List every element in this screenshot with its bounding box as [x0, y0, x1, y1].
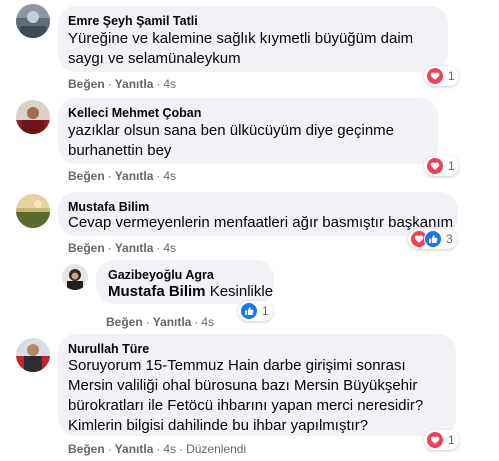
comment-text: yazıklar olsun sana ben ülkücüyüm diye g… [68, 121, 394, 161]
comment-time[interactable]: 4s [163, 77, 176, 91]
comment-author[interactable]: Nurullah Türe [68, 342, 149, 356]
avatar[interactable] [62, 264, 88, 290]
reaction-count: 1 [448, 69, 455, 83]
comment-actions: Beğen · Yanıtla · 4s [106, 315, 214, 329]
like-button[interactable]: Beğen [68, 241, 105, 255]
separator: · [179, 442, 184, 456]
reaction-count: 3 [446, 232, 453, 246]
comment: Nurullah Türe Soruyorum 15-Temmuz Hain d… [0, 334, 499, 461]
avatar[interactable] [16, 4, 50, 38]
comment-text: Soruyorum 15-Temmuz Hain darbe girişimi … [68, 356, 423, 436]
reaction-count: 1 [262, 304, 269, 318]
avatar[interactable] [16, 100, 50, 134]
avatar-photo [16, 338, 50, 372]
reply-button[interactable]: Yanıtla [115, 77, 154, 91]
comment-time[interactable]: 4s [201, 315, 214, 329]
comment-actions: Beğen · Yanıtla · 4s [68, 77, 176, 91]
separator: · [156, 169, 161, 183]
comment-text-line: Kimlerin bilgisi dahilinde bu ihbar yapı… [68, 417, 369, 434]
comment-text-line: Yüreğine ve kalemine sağlık kıymetli büy… [68, 30, 414, 47]
heart-icon [426, 67, 444, 85]
reply-button[interactable]: Yanıtla [115, 442, 154, 456]
reply-comment: Gazibeyoğlu Agra Mustafa Bilim Kesinlikl… [0, 256, 499, 334]
comment-actions: Beğen · Yanıtla · 4s [68, 169, 176, 183]
comment-time[interactable]: 4s [163, 241, 176, 255]
comment-author[interactable]: Emre Şeyh Şamil Tatli [68, 14, 198, 28]
reply-button[interactable]: Yanıtla [153, 315, 192, 329]
reaction-summary[interactable]: 1 [238, 301, 273, 321]
separator: · [107, 241, 112, 255]
comment-text-line: Soruyorum 15-Temmuz Hain darbe girişimi … [68, 357, 406, 374]
heart-icon [426, 157, 444, 175]
separator: · [156, 442, 161, 456]
comment-text-line: bürokratları ile Fetöcü ihbarını yapan m… [68, 397, 424, 414]
separator: · [107, 77, 112, 91]
separator: · [107, 169, 112, 183]
reaction-summary[interactable]: 1 [424, 66, 459, 86]
comment-author[interactable]: Mustafa Bilim [68, 200, 149, 214]
comment-bubble: Mustafa Bilim Cevap vermeyenlerin menfaa… [58, 192, 458, 236]
separator: · [145, 315, 150, 329]
comment-time[interactable]: 4s [163, 169, 176, 183]
like-icon [424, 230, 442, 248]
comment-text: Yüreğine ve kalemine sağlık kıymetli büy… [68, 29, 413, 69]
comment-text-line: Cevap vermeyenlerin menfaatleri ağır bas… [68, 214, 454, 231]
comment: Kelleci Mehmet Çoban yazıklar olsun sana… [0, 90, 499, 184]
like-button[interactable]: Beğen [68, 77, 105, 91]
comment-text: Mustafa Bilim Kesinlikle [108, 282, 273, 302]
like-button[interactable]: Beğen [106, 315, 143, 329]
avatar-photo [62, 264, 88, 290]
comment-text: Cevap vermeyenlerin menfaatleri ağır bas… [68, 213, 453, 233]
comment-actions: Beğen · Yanıtla · 4s · Düzenlendi [68, 442, 246, 456]
comment-author[interactable]: Kelleci Mehmet Çoban [68, 106, 201, 120]
reaction-summary[interactable]: 3 [408, 229, 457, 249]
avatar-photo [16, 4, 50, 38]
like-button[interactable]: Beğen [68, 442, 105, 456]
separator: · [107, 442, 112, 456]
comment-text-line: yazıklar olsun sana ben ülkücüyüm diye g… [68, 122, 395, 139]
mention-link[interactable]: Mustafa Bilim [108, 283, 206, 300]
comment-text-body: Kesinlikle [209, 283, 274, 300]
reaction-summary[interactable]: 1 [424, 156, 459, 176]
comment-bubble: Emre Şeyh Şamil Tatli Yüreğine ve kalemi… [58, 6, 448, 72]
reaction-count: 1 [448, 159, 455, 173]
reaction-summary[interactable]: 1 [424, 430, 459, 450]
comment-actions: Beğen · Yanıtla · 4s [68, 241, 176, 255]
comment-text-line: saygı ve selamünaleykum [68, 50, 241, 67]
separator: · [194, 315, 199, 329]
avatar-photo [16, 100, 50, 134]
comment: Emre Şeyh Şamil Tatli Yüreğine ve kalemi… [0, 0, 499, 91]
comment-bubble: Nurullah Türe Soruyorum 15-Temmuz Hain d… [58, 334, 456, 436]
reaction-count: 1 [448, 433, 455, 447]
separator: · [156, 241, 161, 255]
comment-bubble: Gazibeyoğlu Agra Mustafa Bilim Kesinlikl… [96, 260, 274, 304]
comment-text-line: burhanettin bey [68, 142, 172, 159]
like-button[interactable]: Beğen [68, 169, 105, 183]
comment-bubble: Kelleci Mehmet Çoban yazıklar olsun sana… [58, 98, 438, 164]
comment-author[interactable]: Gazibeyoğlu Agra [108, 268, 214, 282]
heart-icon [426, 431, 444, 449]
edited-label[interactable]: Düzenlendi [186, 442, 246, 456]
separator: · [156, 77, 161, 91]
avatar[interactable] [16, 338, 50, 372]
comment-time[interactable]: 4s [163, 442, 176, 456]
avatar[interactable] [16, 194, 50, 228]
comment-text-line: Mersin valiliği ohal bürosuna bazı Mersi… [68, 377, 418, 394]
reply-button[interactable]: Yanıtla [115, 241, 154, 255]
reply-button[interactable]: Yanıtla [115, 169, 154, 183]
avatar-photo [16, 194, 50, 228]
comment: Mustafa Bilim Cevap vermeyenlerin menfaa… [0, 184, 499, 256]
like-icon [240, 302, 258, 320]
